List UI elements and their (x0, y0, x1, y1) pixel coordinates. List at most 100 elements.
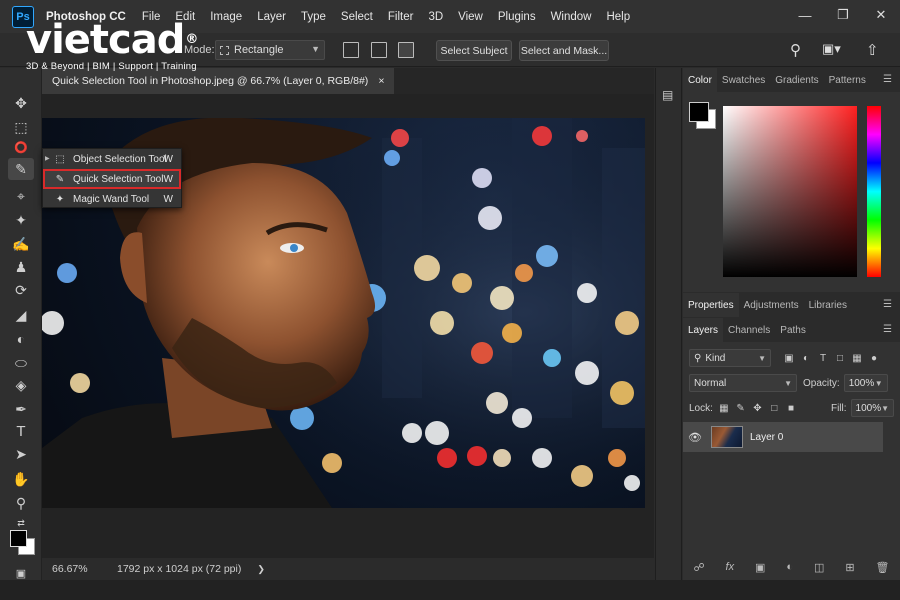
search-icon[interactable]: ⚲ (790, 41, 801, 59)
blend-opacity-row: Normal ▼ Opacity: 100% ▼ (689, 373, 894, 393)
layer-kind-filter[interactable]: ⚲ Kind ▼ (689, 349, 771, 367)
layer-name[interactable]: Layer 0 (750, 432, 783, 443)
saturation-value-field[interactable] (723, 106, 857, 277)
zoom-tool-icon[interactable]: ⚲ (8, 492, 34, 514)
flyout-magic-wand-tool[interactable]: ✦ Magic Wand Tool W (43, 189, 181, 209)
zoom-level[interactable]: 66.67% (52, 563, 107, 575)
select-subject-button[interactable]: Select Subject (436, 40, 512, 61)
new-selection-icon[interactable] (343, 42, 359, 58)
history-brush-icon[interactable]: ⟳ (8, 279, 34, 301)
eyedropper-tool-icon[interactable]: ✦ (8, 209, 34, 231)
bottom-strip (0, 580, 900, 600)
hand-tool-icon[interactable]: ✋ (8, 468, 34, 490)
filter-pixel-icon[interactable]: ▣ (783, 352, 795, 364)
chevron-down-icon: ▼ (881, 403, 889, 413)
magic-wand-icon: ✦ (55, 193, 65, 205)
tab-color[interactable]: Color (683, 68, 717, 92)
new-layer-icon[interactable]: ⊞ (845, 561, 854, 574)
path-selection-icon[interactable]: ➤ (8, 443, 34, 465)
filter-smart-object-icon[interactable]: ▦ (851, 352, 863, 364)
layers-footer: ☍ fx ▣ ◐ ◫ ⊞ 🗑 (683, 554, 900, 580)
flyout-object-selection-tool[interactable]: ▶ ⬚ Object Selection Tool W (43, 149, 181, 169)
tab-patterns[interactable]: Patterns (824, 68, 871, 92)
lock-artboard-icon[interactable]: □ (768, 402, 780, 414)
panel-menu-icon[interactable]: ☰ (883, 324, 892, 335)
blur-tool-icon[interactable]: ⬭ (8, 352, 34, 374)
share-icon[interactable]: ⇧ (866, 41, 879, 59)
stamp-tool-icon[interactable]: ♟ (8, 256, 34, 278)
menu-3d[interactable]: 3D (428, 11, 443, 23)
menu-plugins[interactable]: Plugins (498, 11, 536, 23)
adjustment-layer-icon[interactable]: ◐ (786, 561, 793, 573)
dodge-tool-icon[interactable]: ◈ (8, 374, 34, 396)
chevron-right-icon[interactable]: ❯ (257, 564, 265, 575)
healing-brush-icon[interactable]: ✍ (8, 233, 34, 255)
blend-mode-select[interactable]: Normal ▼ (689, 374, 797, 392)
crop-tool-icon[interactable]: ⌖ (8, 185, 34, 207)
menu-select[interactable]: Select (341, 11, 373, 23)
layer-row[interactable]: 👁 Layer 0 (683, 422, 883, 452)
gradient-tool-icon[interactable]: ◐ (8, 328, 34, 350)
close-icon[interactable]: ✕ (874, 7, 888, 22)
workspace-icon[interactable]: ▣▾ (822, 41, 841, 57)
vietcad-watermark: vietcad® 3D & Beyond | BIM | Support | T… (26, 20, 198, 72)
flyout-quick-selection-tool[interactable]: ✎ Quick Selection Tool W (43, 169, 181, 189)
menu-type[interactable]: Type (301, 11, 326, 23)
panel-menu-icon[interactable]: ☰ (883, 74, 892, 85)
tab-properties[interactable]: Properties (683, 293, 739, 317)
menu-image[interactable]: Image (210, 11, 242, 23)
filter-shape-icon[interactable]: □ (834, 352, 846, 364)
foreground-color-swatch[interactable] (10, 530, 27, 547)
opacity-input[interactable]: 100% ▼ (843, 374, 888, 392)
move-tool-icon[interactable]: ✥ (8, 92, 34, 114)
menu-help[interactable]: Help (606, 11, 630, 23)
layer-style-icon[interactable]: fx (726, 561, 735, 573)
menu-window[interactable]: Window (551, 11, 592, 23)
lasso-tool-icon[interactable]: ⭕ (8, 136, 34, 158)
close-tab-icon[interactable]: × (378, 75, 384, 87)
tab-libraries[interactable]: Libraries (804, 293, 852, 317)
menu-filter[interactable]: Filter (388, 11, 414, 23)
menu-items: File Edit Image Layer Type Select Filter… (142, 11, 630, 23)
lock-pixels-icon[interactable]: ✎ (735, 402, 747, 414)
filter-type-icon[interactable]: T (817, 352, 829, 364)
tab-paths[interactable]: Paths (775, 318, 811, 342)
filter-adjustment-icon[interactable]: ◐ (800, 352, 812, 364)
group-folder-icon[interactable]: ◫ (814, 561, 824, 574)
filter-toggle-icon[interactable]: ● (868, 352, 880, 364)
panel-menu-icon[interactable]: ☰ (883, 299, 892, 310)
delete-layer-icon[interactable]: 🗑 (875, 561, 889, 574)
marquee-tool-icon[interactable]: ⬚ (8, 116, 34, 138)
tab-gradients[interactable]: Gradients (770, 68, 823, 92)
link-layers-icon[interactable]: ☍ (693, 561, 704, 574)
lock-fill-row: Lock: ▦ ✎ ✥ □ ■ Fill: 100% ▼ (689, 398, 894, 418)
fill-input[interactable]: 100% ▼ (850, 399, 894, 417)
select-and-mask-button[interactable]: Select and Mask... (519, 40, 609, 61)
chevron-down-icon: ▼ (758, 353, 766, 363)
tab-channels[interactable]: Channels (723, 318, 775, 342)
menu-view[interactable]: View (458, 11, 483, 23)
history-panel-icon[interactable]: ▤ (662, 88, 673, 102)
layer-mask-icon[interactable]: ▣ (755, 561, 765, 574)
menu-layer[interactable]: Layer (257, 11, 286, 23)
color-foreground-swatch[interactable] (689, 102, 709, 122)
type-tool-icon[interactable]: T (8, 420, 34, 442)
add-to-selection-icon[interactable] (371, 42, 387, 58)
tab-swatches[interactable]: Swatches (717, 68, 770, 92)
eraser-tool-icon[interactable]: ◢ (8, 304, 34, 326)
tab-layers[interactable]: Layers (683, 318, 724, 342)
restore-icon[interactable]: ❐ (836, 7, 850, 22)
pen-tool-icon[interactable]: ✒ (8, 398, 34, 420)
lock-transparent-icon[interactable]: ▦ (718, 402, 730, 414)
lock-label: Lock: (689, 402, 713, 414)
hue-slider[interactable] (867, 106, 881, 277)
lock-all-icon[interactable]: ■ (785, 402, 797, 414)
quick-selection-icon: ✎ (55, 173, 65, 185)
minimize-icon[interactable]: — (798, 8, 812, 23)
visibility-eye-icon[interactable]: 👁 (683, 431, 707, 444)
mode-select[interactable]: Rectangle ▼ (215, 40, 325, 60)
quick-selection-tool-icon[interactable]: ✎ (8, 158, 34, 180)
lock-position-icon[interactable]: ✥ (752, 402, 764, 414)
subtract-from-selection-icon[interactable] (398, 42, 414, 58)
tab-adjustments[interactable]: Adjustments (739, 293, 804, 317)
